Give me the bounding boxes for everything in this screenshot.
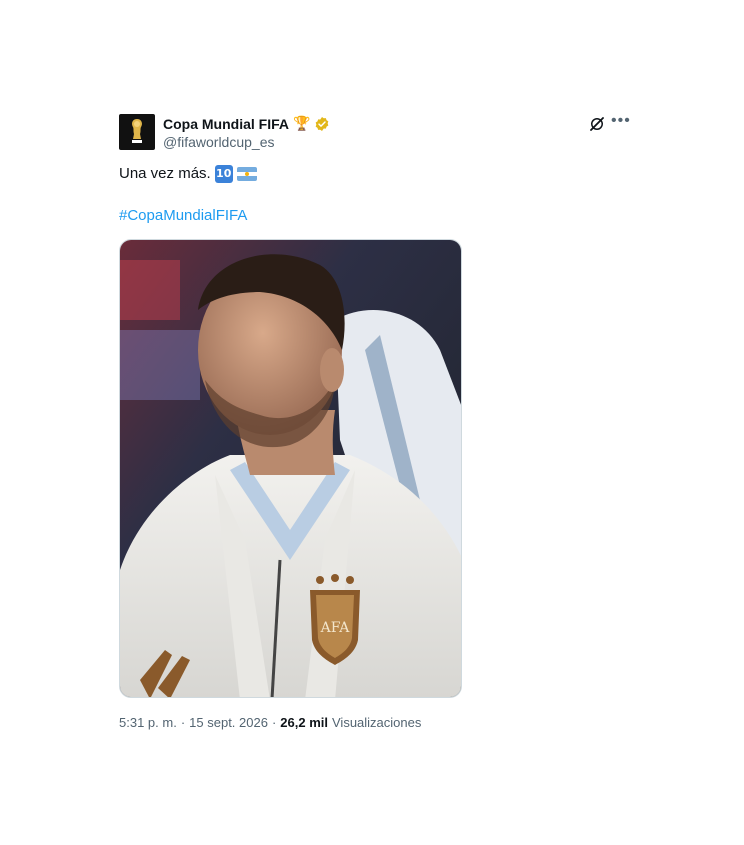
keycap-ten-emoji: 10 (214, 165, 233, 183)
tweet-photo[interactable]: AFA (119, 239, 462, 698)
player-photo: AFA (120, 240, 461, 697)
svg-text:AFA: AFA (320, 620, 351, 636)
tweet-time[interactable]: 5:31 p. m. (119, 715, 177, 730)
tweet-date[interactable]: 15 sept. 2026 (189, 715, 268, 730)
tweet-meta: 5:31 p. m. · 15 sept. 2026 · 26,2 mil Vi… (119, 715, 421, 730)
verified-badge-icon (316, 116, 329, 131)
fifa-logo-icon (132, 119, 142, 143)
argentina-flag-icon (236, 167, 257, 181)
meta-separator: · (180, 715, 186, 730)
account-name-row: Copa Mundial FIFA 🏆 (163, 115, 330, 132)
views-label: Visualizaciones (332, 715, 422, 730)
more-icon[interactable]: ••• (611, 112, 631, 130)
avatar[interactable] (119, 114, 155, 150)
tweet-text: Una vez más. 10 (119, 165, 257, 183)
meta-separator: · (271, 715, 277, 730)
tweet-text-body: Una vez más. (119, 165, 211, 182)
views-count: 26,2 mil (280, 715, 328, 730)
trophy-emoji: 🏆 (293, 115, 311, 131)
account-handle[interactable]: @fifaworldcup_es (163, 134, 275, 150)
hashtag-link[interactable]: #CopaMundialFIFA (119, 207, 247, 224)
account-name[interactable]: Copa Mundial FIFA (163, 116, 289, 132)
grok-icon[interactable] (588, 115, 606, 133)
